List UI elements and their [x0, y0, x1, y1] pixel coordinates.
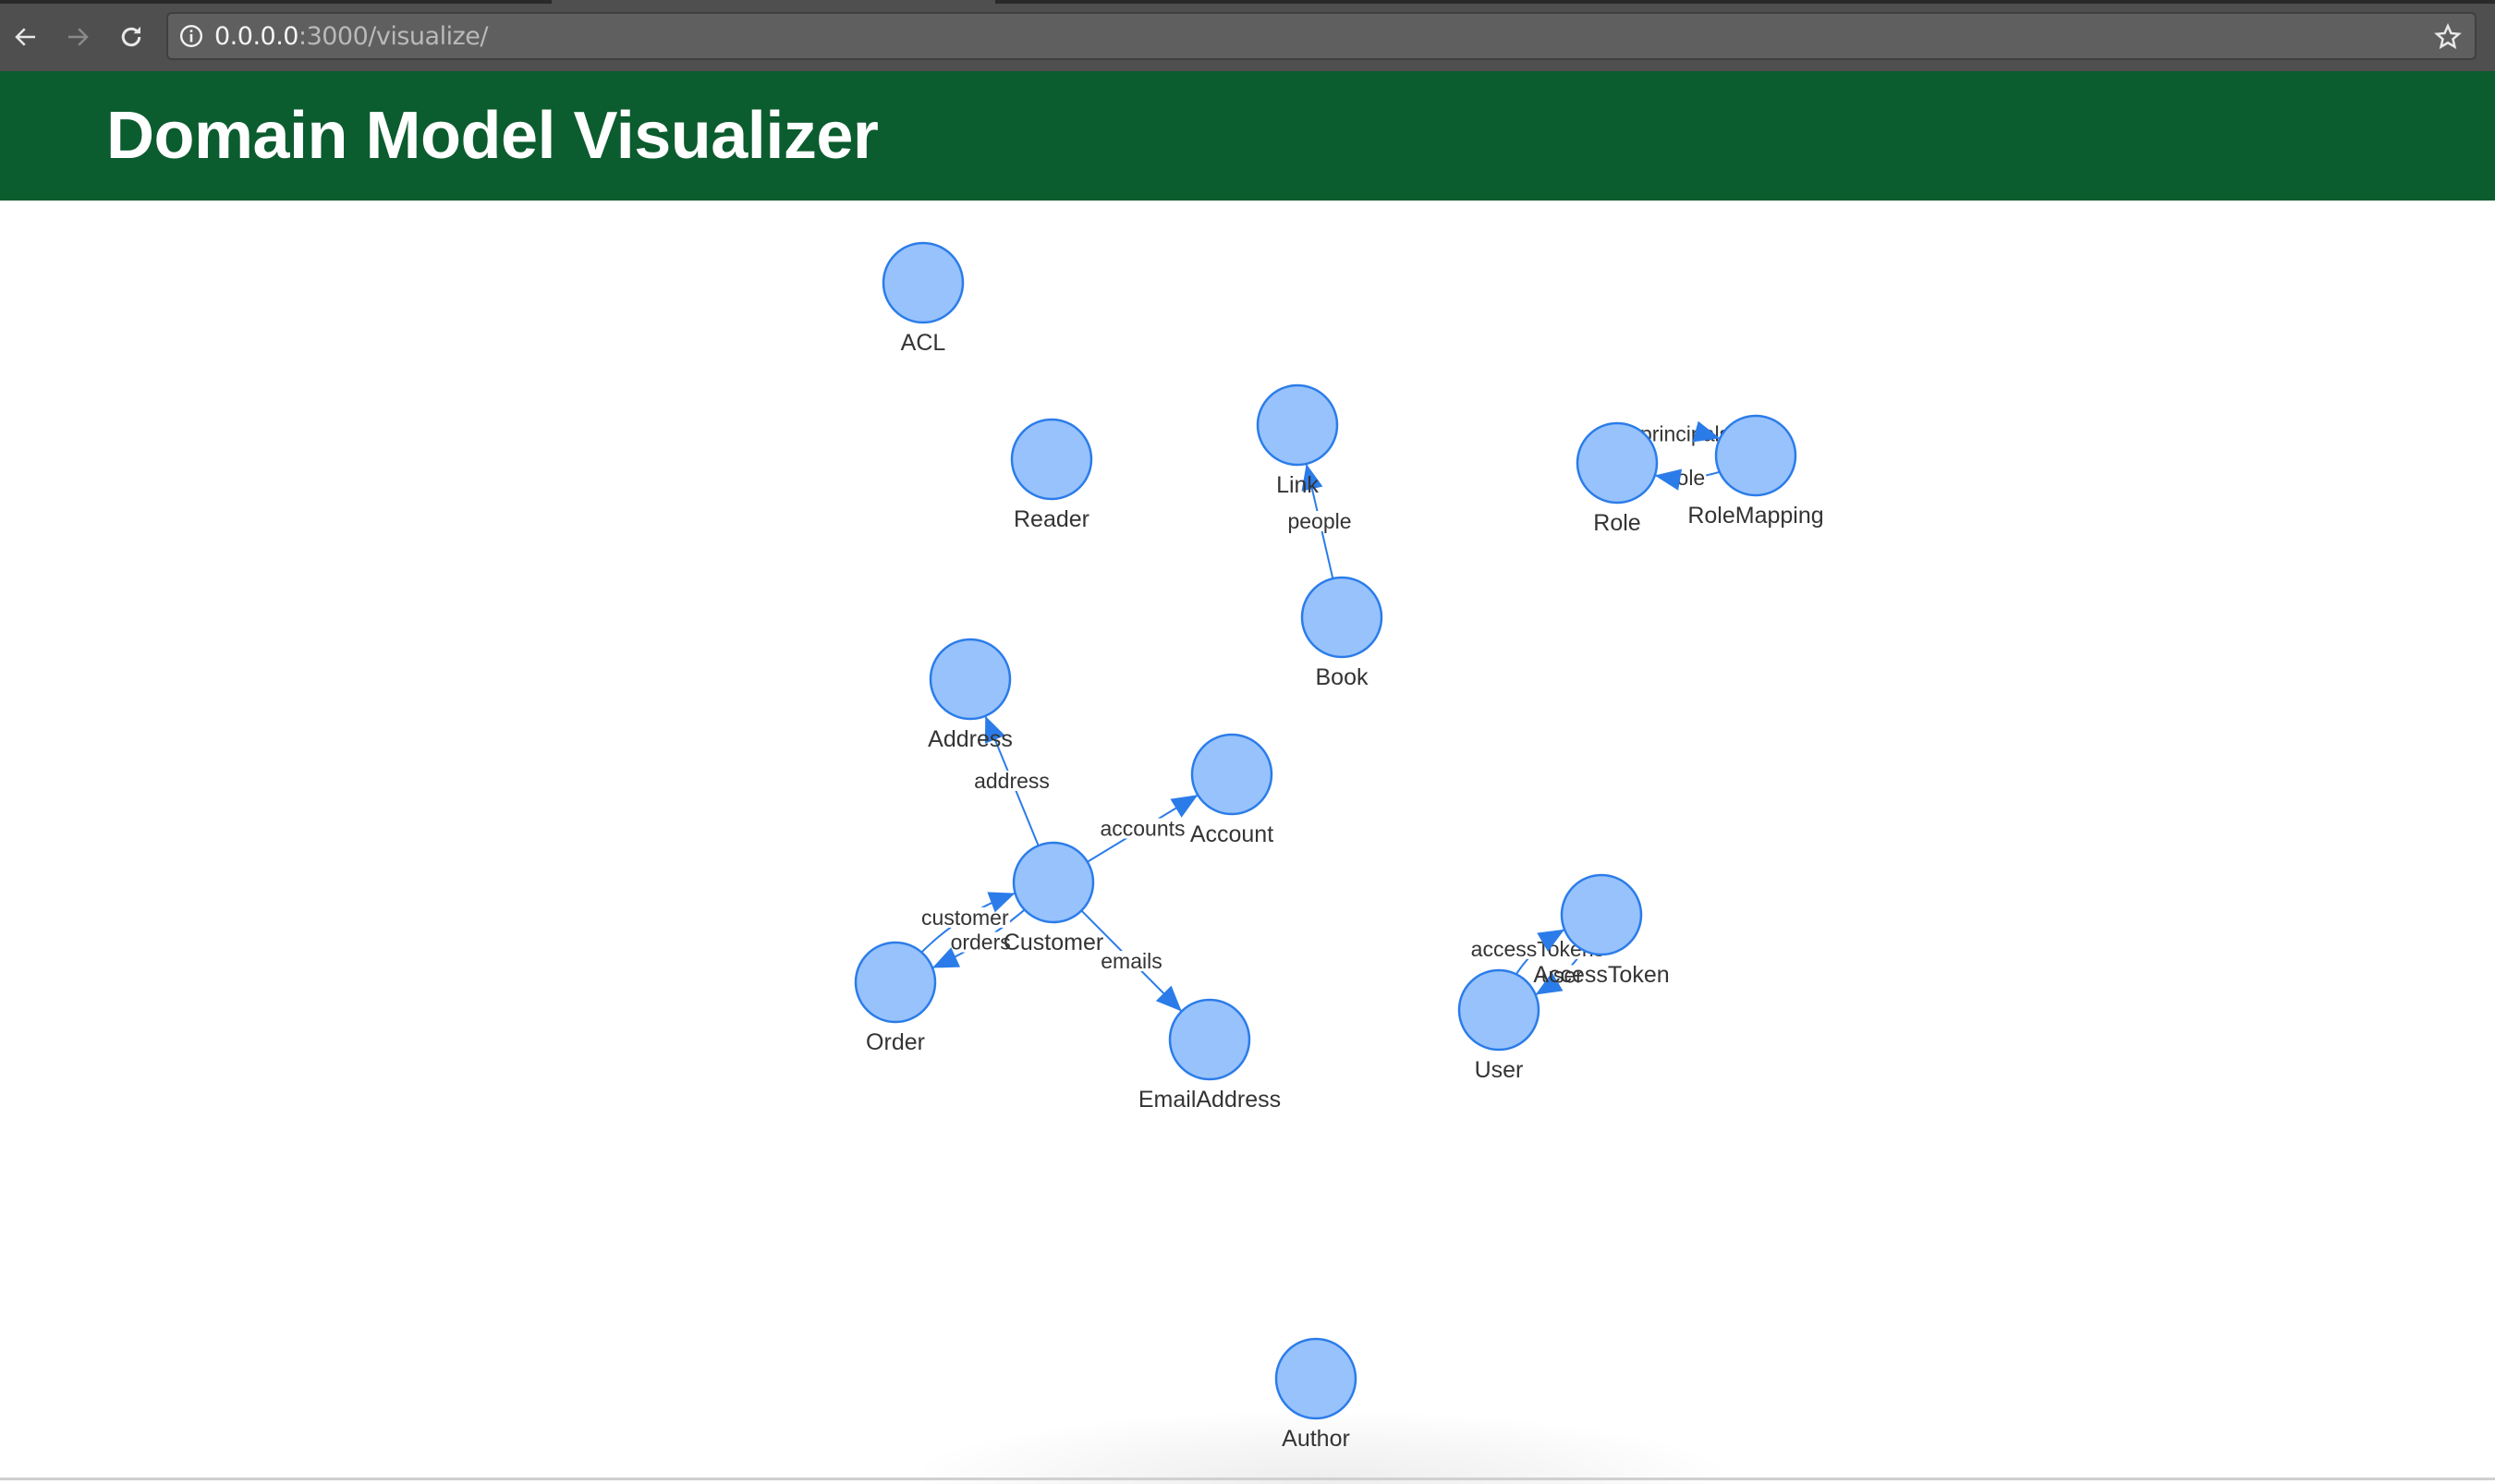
edge-label: address [973, 769, 1051, 793]
graph-canvas[interactable]: peopleprincipalsroleaddressaccountscusto… [0, 0, 2495, 1484]
node-label: User [1475, 1057, 1524, 1083]
node-accesstoken[interactable] [1560, 873, 1643, 956]
edge-label-text: address [974, 769, 1050, 793]
node-customer[interactable] [1012, 841, 1095, 924]
node-label: Role [1593, 510, 1640, 536]
node-rolemapping[interactable] [1714, 414, 1797, 497]
node-label: Author [1282, 1426, 1350, 1452]
node-label: Address [928, 726, 1013, 752]
edge-label: accounts [1099, 817, 1187, 841]
node-label: EmailAddress [1138, 1087, 1281, 1113]
node-account[interactable] [1190, 733, 1273, 816]
edge-label-text: accounts [1100, 817, 1185, 841]
node-label: RoleMapping [1687, 503, 1823, 529]
node-book[interactable] [1300, 576, 1383, 659]
nodes-layer [854, 241, 1797, 1420]
node-reader[interactable] [1010, 418, 1093, 501]
node-label: AccessToken [1533, 962, 1669, 988]
node-author[interactable] [1274, 1337, 1357, 1420]
node-role[interactable] [1576, 421, 1659, 505]
arrow-head-icon [1654, 468, 1683, 491]
edge-label-text: orders [951, 931, 1011, 955]
node-address[interactable] [929, 638, 1012, 721]
arrow-head-icon [1170, 795, 1199, 818]
node-user[interactable] [1457, 968, 1540, 1052]
node-label: Link [1276, 472, 1319, 498]
node-label: ACL [901, 330, 946, 356]
edge-label: emails [1100, 949, 1163, 973]
edge-label: people [1286, 509, 1353, 533]
node-acl[interactable] [882, 241, 965, 324]
node-order[interactable] [854, 941, 937, 1024]
edge-label-text: principals [1640, 422, 1730, 446]
node-emailaddress[interactable] [1168, 998, 1251, 1081]
node-label: Account [1190, 821, 1273, 847]
edge-label-text: emails [1101, 949, 1162, 973]
node-link[interactable] [1256, 383, 1339, 467]
node-label: Customer [1004, 930, 1103, 955]
edge-label: orders [949, 931, 1012, 955]
node-labels-layer: ACL Reader Link Book Role RoleMapping Address A… [866, 330, 1824, 1452]
node-label: Reader [1014, 506, 1089, 532]
node-label: Book [1316, 664, 1369, 690]
edge-label-text: people [1287, 509, 1351, 533]
node-label: Order [866, 1029, 925, 1055]
